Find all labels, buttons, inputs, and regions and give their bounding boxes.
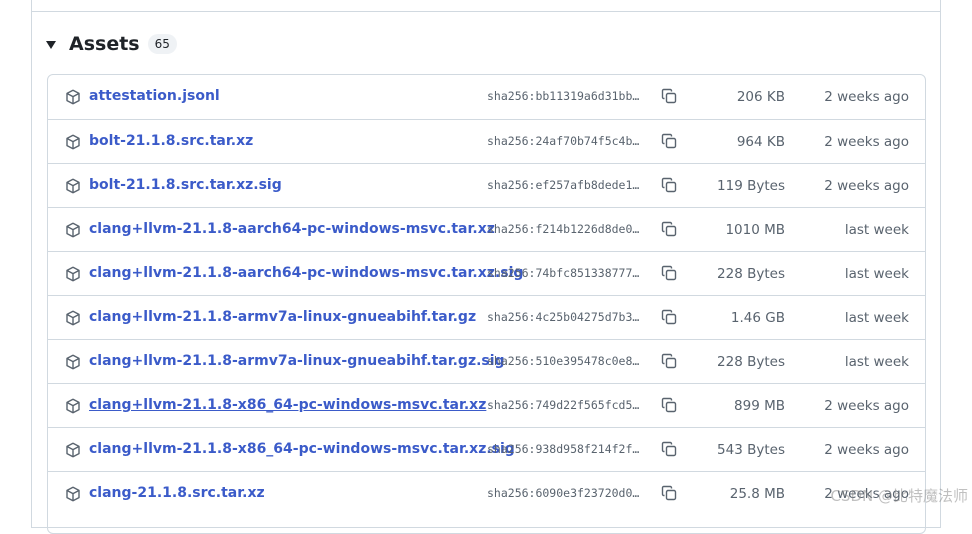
asset-row: bolt-21.1.8.src.tar.xz sha256:24af70b74f…	[48, 119, 925, 163]
package-icon	[66, 310, 80, 326]
asset-sha256: sha256:4c25b04275d7b3…	[487, 310, 640, 324]
asset-row: clang+llvm-21.1.8-armv7a-linux-gnueabihf…	[48, 339, 925, 383]
asset-link[interactable]: clang+llvm-21.1.8-aarch64-pc-windows-msv…	[89, 265, 523, 281]
assets-header[interactable]: Assets 65	[46, 30, 177, 58]
asset-size: 206 KB	[736, 89, 785, 105]
asset-sha256: sha256:ef257afb8dede1…	[487, 178, 640, 192]
copy-icon[interactable]	[661, 397, 677, 413]
asset-date: last week	[844, 310, 909, 326]
asset-row: clang+llvm-21.1.8-aarch64-pc-windows-msv…	[48, 207, 925, 251]
asset-link[interactable]: clang+llvm-21.1.8-x86_64-pc-windows-msvc…	[89, 397, 486, 413]
watermark: CSDN @比特魔法师	[830, 487, 968, 505]
asset-row: bolt-21.1.8.src.tar.xz.sig sha256:ef257a…	[48, 163, 925, 207]
asset-list: attestation.jsonl sha256:bb11319a6d31bb……	[47, 74, 926, 534]
asset-date: last week	[844, 354, 909, 370]
asset-sha256: sha256:749d22f565fcd5…	[487, 398, 640, 412]
package-icon	[66, 398, 80, 414]
asset-date: 2 weeks ago	[824, 442, 909, 458]
asset-sha256: sha256:938d958f214f2f…	[487, 442, 640, 456]
asset-link[interactable]: bolt-21.1.8.src.tar.xz.sig	[89, 177, 282, 193]
asset-link[interactable]: attestation.jsonl	[89, 88, 220, 104]
asset-link[interactable]: clang+llvm-21.1.8-armv7a-linux-gnueabihf…	[89, 309, 476, 325]
copy-icon[interactable]	[661, 265, 677, 281]
asset-size: 228 Bytes	[717, 354, 785, 370]
copy-icon[interactable]	[661, 133, 677, 149]
copy-icon[interactable]	[661, 309, 677, 325]
asset-size: 25.8 MB	[729, 486, 785, 502]
copy-icon[interactable]	[661, 441, 677, 457]
package-icon	[66, 486, 80, 502]
package-icon	[66, 442, 80, 458]
asset-sha256: sha256:6090e3f23720d0…	[487, 486, 640, 500]
package-icon	[66, 222, 80, 238]
asset-row: clang+llvm-21.1.8-x86_64-pc-windows-msvc…	[48, 383, 925, 427]
asset-date: 2 weeks ago	[824, 398, 909, 414]
copy-icon[interactable]	[661, 485, 677, 501]
package-icon	[66, 178, 80, 194]
asset-sha256: sha256:24af70b74f5c4b…	[487, 134, 640, 148]
asset-sha256: sha256:74bfc851338777…	[487, 266, 640, 280]
copy-icon[interactable]	[661, 353, 677, 369]
copy-icon[interactable]	[661, 177, 677, 193]
asset-size: 964 KB	[736, 134, 785, 150]
asset-row: clang+llvm-21.1.8-armv7a-linux-gnueabihf…	[48, 295, 925, 339]
assets-count-badge: 65	[147, 34, 177, 54]
asset-row: clang+llvm-21.1.8-x86_64-pc-windows-msvc…	[48, 427, 925, 471]
asset-size: 228 Bytes	[717, 266, 785, 282]
asset-link[interactable]: clang+llvm-21.1.8-armv7a-linux-gnueabihf…	[89, 353, 505, 369]
asset-row: clang-21.1.8.src.tar.xz sha256:6090e3f23…	[48, 471, 925, 515]
asset-sha256: sha256:bb11319a6d31bb…	[487, 89, 640, 103]
asset-link[interactable]: clang+llvm-21.1.8-x86_64-pc-windows-msvc…	[89, 441, 515, 457]
asset-date: 2 weeks ago	[824, 178, 909, 194]
asset-size: 899 MB	[734, 398, 785, 414]
package-icon	[66, 134, 80, 150]
package-icon	[66, 354, 80, 370]
asset-date: last week	[844, 222, 909, 238]
assets-title: Assets	[69, 33, 140, 55]
asset-sha256: sha256:510e395478c0e8…	[487, 354, 640, 368]
asset-size: 1.46 GB	[730, 310, 785, 326]
package-icon	[66, 266, 80, 282]
asset-row: clang+llvm-21.1.8-aarch64-pc-windows-msv…	[48, 251, 925, 295]
asset-sha256: sha256:f214b1226d8de0…	[487, 222, 640, 236]
asset-size: 119 Bytes	[717, 178, 785, 194]
asset-link[interactable]: clang-21.1.8.src.tar.xz	[89, 485, 265, 501]
card-divider	[31, 11, 941, 12]
asset-date: 2 weeks ago	[824, 89, 909, 105]
asset-date: 2 weeks ago	[824, 134, 909, 150]
triangle-down-icon[interactable]	[46, 41, 56, 49]
package-icon	[66, 89, 80, 105]
asset-size: 1010 MB	[725, 222, 785, 238]
asset-size: 543 Bytes	[717, 442, 785, 458]
copy-icon[interactable]	[661, 221, 677, 237]
asset-link[interactable]: clang+llvm-21.1.8-aarch64-pc-windows-msv…	[89, 221, 495, 237]
asset-date: last week	[844, 266, 909, 282]
asset-link[interactable]: bolt-21.1.8.src.tar.xz	[89, 133, 253, 149]
copy-icon[interactable]	[661, 88, 677, 104]
asset-row: attestation.jsonl sha256:bb11319a6d31bb……	[48, 75, 925, 119]
